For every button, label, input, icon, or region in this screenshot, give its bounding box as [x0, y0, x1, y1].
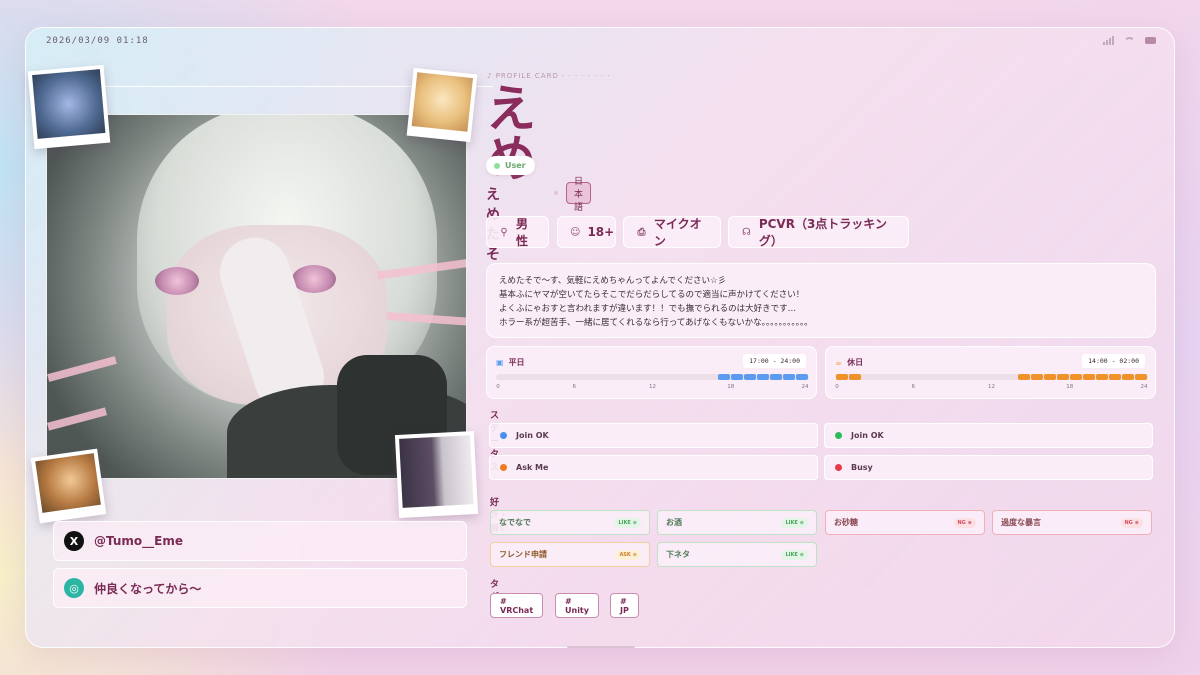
status-dot-icon [835, 464, 842, 471]
separator-dot [554, 191, 558, 195]
tick-label: 18 [1066, 384, 1074, 390]
battery-icon [1145, 37, 1156, 44]
photo-thumbnail-1[interactable] [27, 64, 111, 150]
status-dot-icon [835, 432, 842, 439]
tick-label: 18 [727, 384, 735, 390]
x-circle-icon: ⊗ [967, 519, 972, 526]
online-dot-icon [494, 162, 500, 169]
x-account-link[interactable]: X @Tumo__Eme [53, 521, 467, 561]
schedule-hour-block [1109, 374, 1122, 380]
discord-icon: ◎ [64, 578, 84, 598]
schedule-weekday-time: 17:00 - 24:00 [743, 354, 806, 368]
tick-label: 12 [649, 384, 656, 390]
schedule-holiday-time: 14:00 - 02:00 [1082, 354, 1145, 368]
chip-age: ☺ 18+ [557, 216, 616, 248]
preference-item: フレンド申請 ASK ⊙ [490, 542, 650, 567]
schedule-track [835, 374, 1148, 380]
schedule-hour-block [848, 374, 861, 380]
coffee-icon: ☕ [835, 358, 843, 367]
schedule-hour-block [796, 374, 809, 380]
tag-unity[interactable]: # Unity [555, 593, 599, 618]
schedule-ticks: 0 6 12 18 24 [496, 384, 809, 392]
tick-label: 0 [496, 384, 500, 390]
photo-thumbnail-2[interactable] [406, 67, 478, 143]
status-item: Ask Me [489, 455, 818, 480]
tag-vrchat[interactable]: # VRChat [490, 593, 544, 618]
avatar-main-image [46, 114, 467, 479]
check-circle-icon: ⊙ [799, 551, 804, 558]
chip-vr: ☊ PCVR（3点トラッキング） [728, 216, 909, 248]
photo-thumbnail-3[interactable] [30, 448, 107, 524]
x-logo-icon: X [64, 531, 84, 551]
status-item: Join OK [489, 423, 818, 448]
schedule-hour-block [1031, 374, 1044, 380]
chip-gender: ⚲ 男性 [486, 216, 549, 248]
role-badge: User [486, 156, 535, 175]
tick-label: 12 [988, 384, 995, 390]
check-circle-icon: ⊙ [799, 519, 804, 526]
mic-icon: ⎙ [637, 226, 646, 238]
status-dot-icon [500, 432, 507, 439]
schedule-hour-block [1018, 374, 1031, 380]
schedule-hour-block [770, 374, 783, 380]
datetime: 2026/03/09 01:18 [46, 36, 149, 46]
schedule-hour-block [1135, 374, 1148, 380]
preference-item: お酒 LIKE ⊙ [657, 510, 817, 535]
x-handle: @Tumo__Eme [94, 534, 183, 548]
schedule-ticks: 0 6 12 18 24 [835, 384, 1148, 392]
schedule-hour-block [757, 374, 770, 380]
schedule-hour-block [1044, 374, 1057, 380]
tag-jp[interactable]: # JP [610, 593, 639, 618]
discord-note[interactable]: ◎ 仲良くなってから〜 [53, 568, 467, 608]
status-item: Busy [824, 455, 1153, 480]
schedule-hour-block [744, 374, 757, 380]
tick-label: 6 [911, 384, 916, 390]
system-status-icons [1103, 36, 1156, 45]
discord-note-text: 仲良くなってから〜 [94, 581, 202, 596]
preference-item: お砂糖 NG ⊗ [825, 510, 985, 535]
schedule-hour-block [731, 374, 744, 380]
tick-label: 24 [801, 384, 809, 390]
tick-label: 0 [835, 384, 839, 390]
schedule-hour-block [1057, 374, 1070, 380]
home-indicator [567, 646, 635, 648]
headset-icon: ☊ [741, 226, 751, 238]
wifi-icon [1124, 36, 1135, 45]
schedule-hour-block [1070, 374, 1083, 380]
profile-card: 2026/03/09 01:18 X @Tumo__Eme ◎ 仲良くなってから… [25, 27, 1175, 648]
x-circle-icon: ⊗ [1134, 519, 1139, 526]
question-circle-icon: ⊙ [632, 551, 637, 558]
schedule-holiday: ☕ 休日 14:00 - 02:00 0 6 12 18 24 [825, 346, 1156, 399]
preference-item: 下ネタ LIKE ⊙ [657, 542, 817, 567]
briefcase-icon: ▣ [496, 358, 504, 367]
section-label: ♪ PROFILE CARD · · · · · · · · [487, 72, 611, 80]
check-circle-icon: ⊙ [632, 519, 637, 526]
preference-item: なでなで LIKE ⊙ [490, 510, 650, 535]
tick-label: 24 [1140, 384, 1148, 390]
schedule-hour-block [835, 374, 848, 380]
status-item: Join OK [824, 423, 1153, 448]
schedule-track [496, 374, 809, 380]
tick-label: 6 [572, 384, 577, 390]
signal-icon [1103, 36, 1114, 45]
schedule-hour-block [1083, 374, 1096, 380]
chip-mic: ⎙ マイクオン [623, 216, 721, 248]
schedule-weekday: ▣ 平日 17:00 - 24:00 0 6 12 18 24 [486, 346, 817, 399]
photo-thumbnail-4[interactable] [394, 430, 479, 519]
bio-text: えめたそで〜す、気軽にえめちゃんってよんでください☆彡 基本ふにヤマが空いてたら… [486, 263, 1156, 338]
schedule-hour-block [718, 374, 731, 380]
schedule-hour-block [1122, 374, 1135, 380]
schedule-hour-block [1096, 374, 1109, 380]
preference-item: 過度な暴言 NG ⊗ [992, 510, 1152, 535]
language-badge: 日本語 [566, 177, 592, 213]
person-icon: ⚲ [500, 226, 508, 238]
schedule-hour-block [783, 374, 796, 380]
age-icon: ☺ [570, 226, 581, 238]
status-dot-icon [500, 464, 507, 471]
